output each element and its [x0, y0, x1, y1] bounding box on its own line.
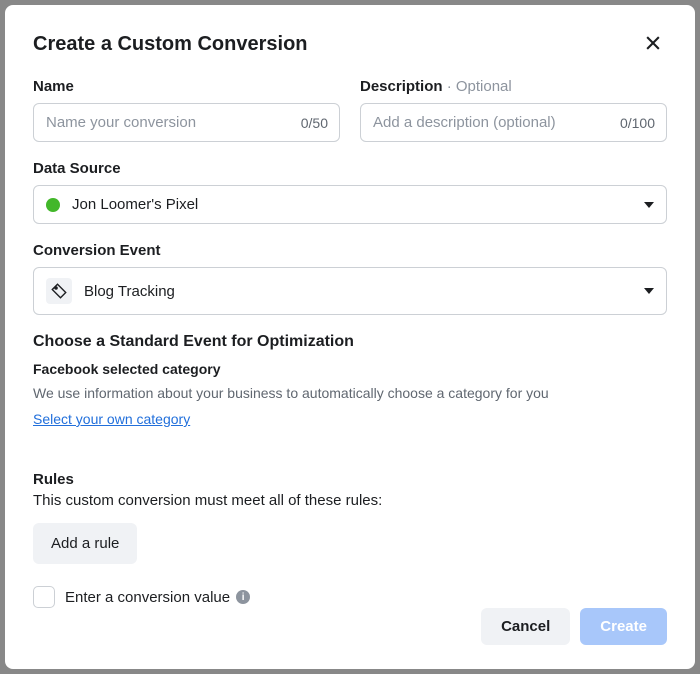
- description-counter: 0/100: [620, 115, 655, 131]
- optimization-heading: Choose a Standard Event for Optimization: [33, 333, 667, 351]
- conversion-event-selected: Blog Tracking: [84, 283, 175, 300]
- create-button[interactable]: Create: [580, 608, 667, 645]
- name-input[interactable]: [33, 103, 340, 142]
- data-source-dropdown[interactable]: Jon Loomer's Pixel: [33, 185, 667, 224]
- rules-heading: Rules: [33, 471, 667, 488]
- name-label: Name: [33, 78, 340, 95]
- tag-icon: [46, 278, 72, 304]
- close-icon: [643, 33, 663, 53]
- data-source-label: Data Source: [33, 160, 667, 177]
- caret-down-icon: [644, 202, 654, 208]
- modal-footer: Cancel Create: [33, 608, 667, 645]
- conversion-event-dropdown[interactable]: Blog Tracking: [33, 267, 667, 315]
- optimization-sub: Facebook selected category: [33, 361, 667, 377]
- add-rule-button[interactable]: Add a rule: [33, 523, 137, 564]
- conversion-value-label: Enter a conversion value i: [65, 589, 250, 606]
- modal-title: Create a Custom Conversion: [33, 33, 308, 56]
- optional-tag: Optional: [447, 78, 512, 95]
- modal-header: Create a Custom Conversion: [33, 29, 667, 60]
- rules-description: This custom conversion must meet all of …: [33, 492, 667, 509]
- conversion-event-label: Conversion Event: [33, 242, 667, 259]
- data-source-selected: Jon Loomer's Pixel: [72, 196, 198, 213]
- optimization-description: We use information about your business t…: [33, 385, 667, 401]
- create-custom-conversion-modal: Create a Custom Conversion Name 0/50 Des…: [5, 5, 695, 669]
- conversion-value-checkbox[interactable]: [33, 586, 55, 608]
- name-counter: 0/50: [301, 115, 328, 131]
- status-dot-icon: [46, 198, 60, 212]
- select-category-link[interactable]: Select your own category: [33, 411, 190, 427]
- cancel-button[interactable]: Cancel: [481, 608, 570, 645]
- info-icon[interactable]: i: [236, 590, 250, 604]
- description-label: Description Optional: [360, 78, 667, 95]
- caret-down-icon: [644, 288, 654, 294]
- close-button[interactable]: [639, 29, 667, 60]
